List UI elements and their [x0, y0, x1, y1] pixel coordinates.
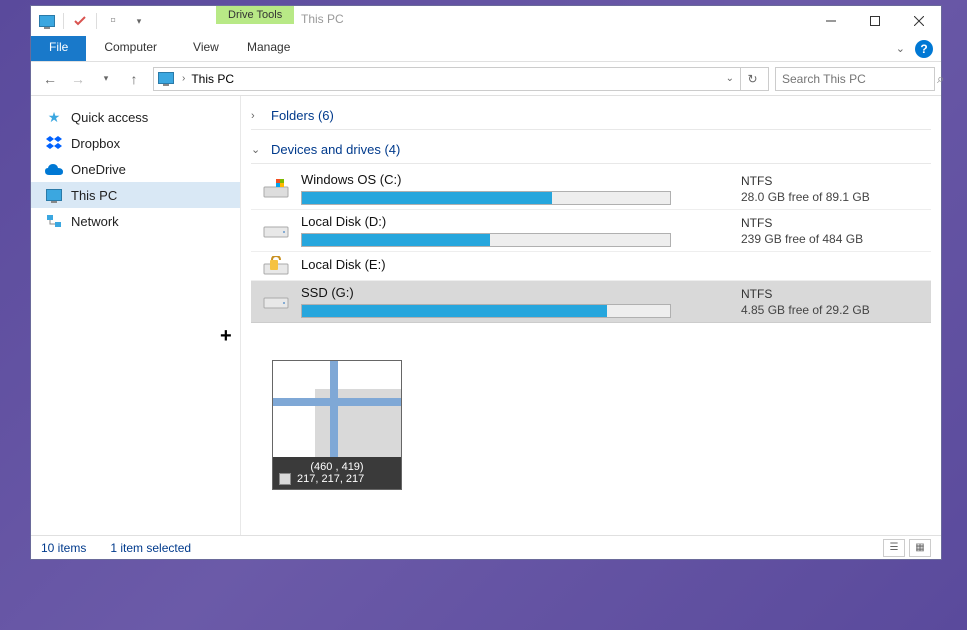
- minimize-button[interactable]: [809, 6, 853, 36]
- ribbon: File Computer View Manage ⌄ ?: [31, 36, 941, 62]
- drive-tools-tab[interactable]: Drive Tools: [216, 6, 294, 24]
- body: ★ Quick access Dropbox OneDrive This PC: [31, 96, 941, 535]
- hdd-icon: [251, 292, 301, 312]
- status-selected-count: 1 item selected: [110, 541, 191, 555]
- properties-icon[interactable]: [70, 12, 90, 30]
- thispc-icon: [45, 187, 63, 203]
- recent-dropdown[interactable]: ▾: [93, 66, 119, 92]
- star-icon: ★: [45, 109, 63, 125]
- chevron-down-icon[interactable]: ⌄: [896, 42, 905, 55]
- drive-name: Local Disk (E:): [301, 257, 731, 272]
- navigation-pane: ★ Quick access Dropbox OneDrive This PC: [31, 96, 241, 535]
- sidebar-item-label: Dropbox: [71, 136, 120, 151]
- view-tab[interactable]: View: [175, 36, 237, 61]
- address-bar[interactable]: › This PC ⌄ ↻: [153, 67, 769, 91]
- drive-row[interactable]: Local Disk (D:) NTFS 239 GB free of 484 …: [251, 210, 931, 252]
- drive-filesystem: NTFS: [741, 287, 931, 301]
- sidebar-item-label: Quick access: [71, 110, 148, 125]
- picker-rgb: 217, 217, 217: [297, 473, 364, 485]
- dropbox-icon: [45, 135, 63, 151]
- drive-name: Local Disk (D:): [301, 214, 731, 229]
- locked-drive-icon: [251, 256, 301, 276]
- file-tab[interactable]: File: [31, 36, 86, 61]
- separator: [63, 13, 64, 29]
- drive-name: SSD (G:): [301, 285, 731, 300]
- sidebar-item-label: OneDrive: [71, 162, 126, 177]
- folders-section-header[interactable]: › Folders (6): [251, 102, 931, 130]
- drive-freespace: 239 GB free of 484 GB: [741, 232, 931, 246]
- picker-coordinates: (460 , 419): [279, 461, 395, 473]
- section-label: Devices and drives (4): [271, 142, 400, 157]
- status-bar: 10 items 1 item selected ☰ ▦: [31, 535, 941, 559]
- sidebar-item-quickaccess[interactable]: ★ Quick access: [31, 104, 240, 130]
- window-controls: [809, 6, 941, 36]
- address-text: This PC: [191, 72, 719, 86]
- sidebar-item-dropbox[interactable]: Dropbox: [31, 130, 240, 156]
- drive-row[interactable]: Windows OS (C:) NTFS 28.0 GB free of 89.…: [251, 168, 931, 210]
- computer-tab[interactable]: Computer: [86, 36, 175, 61]
- drive-filesystem: NTFS: [741, 216, 931, 230]
- drive-row[interactable]: Local Disk (E:): [251, 252, 931, 281]
- drive-freespace: 4.85 GB free of 29.2 GB: [741, 303, 931, 317]
- search-icon: ⌕: [937, 71, 944, 87]
- windows-drive-icon: [251, 179, 301, 199]
- sidebar-item-label: This PC: [71, 188, 117, 203]
- capacity-bar: [301, 233, 671, 247]
- color-swatch: [279, 473, 291, 485]
- maximize-button[interactable]: [853, 6, 897, 36]
- capacity-bar: [301, 304, 671, 318]
- chevron-right-icon: ›: [251, 110, 265, 122]
- hdd-icon: [251, 221, 301, 241]
- details-view-button[interactable]: ☰: [883, 539, 905, 557]
- quick-access-toolbar: ▫ ▾: [31, 6, 155, 36]
- separator: [96, 13, 97, 29]
- capacity-bar: [301, 191, 671, 205]
- color-picker-tooltip: (460 , 419) 217, 217, 217: [272, 360, 402, 490]
- drive-filesystem: NTFS: [741, 174, 931, 188]
- onedrive-icon: [45, 161, 63, 177]
- sidebar-item-label: Network: [71, 214, 119, 229]
- zoom-preview: [273, 361, 401, 457]
- drive-freespace: 28.0 GB free of 89.1 GB: [741, 190, 931, 204]
- window-title: This PC: [301, 12, 344, 26]
- close-button[interactable]: [897, 6, 941, 36]
- section-label: Folders (6): [271, 108, 334, 123]
- network-icon: [45, 213, 63, 229]
- thispc-icon: [158, 72, 176, 86]
- explorer-window: ▫ ▾ Drive Tools This PC File Computer Vi…: [30, 5, 942, 560]
- drive-row[interactable]: SSD (G:) NTFS 4.85 GB free of 29.2 GB: [251, 281, 931, 323]
- tiles-view-button[interactable]: ▦: [909, 539, 931, 557]
- chevron-down-icon: ⌄: [251, 143, 265, 156]
- new-folder-icon[interactable]: ▫: [103, 12, 123, 30]
- manage-tab[interactable]: Manage: [229, 36, 308, 58]
- address-dropdown-icon[interactable]: ⌄: [720, 73, 740, 84]
- forward-button[interactable]: →: [65, 66, 91, 92]
- titlebar: ▫ ▾ Drive Tools This PC: [31, 6, 941, 36]
- chevron-right-icon: ›: [182, 73, 185, 84]
- sidebar-item-thispc[interactable]: This PC: [31, 182, 240, 208]
- refresh-button[interactable]: ↻: [740, 68, 764, 90]
- navigation-bar: ← → ▾ ↑ › This PC ⌄ ↻ ⌕: [31, 62, 941, 96]
- help-icon[interactable]: ?: [915, 40, 933, 58]
- up-button[interactable]: ↑: [121, 66, 147, 92]
- status-items-count: 10 items: [41, 541, 86, 555]
- qat-dropdown-icon[interactable]: ▾: [129, 12, 149, 30]
- sidebar-item-onedrive[interactable]: OneDrive: [31, 156, 240, 182]
- drives-section-header[interactable]: ⌄ Devices and drives (4): [251, 136, 931, 164]
- drive-name: Windows OS (C:): [301, 172, 731, 187]
- back-button[interactable]: ←: [37, 66, 63, 92]
- app-icon[interactable]: [37, 12, 57, 30]
- search-input[interactable]: [782, 72, 937, 86]
- search-box[interactable]: ⌕: [775, 67, 935, 91]
- sidebar-item-network[interactable]: Network: [31, 208, 240, 234]
